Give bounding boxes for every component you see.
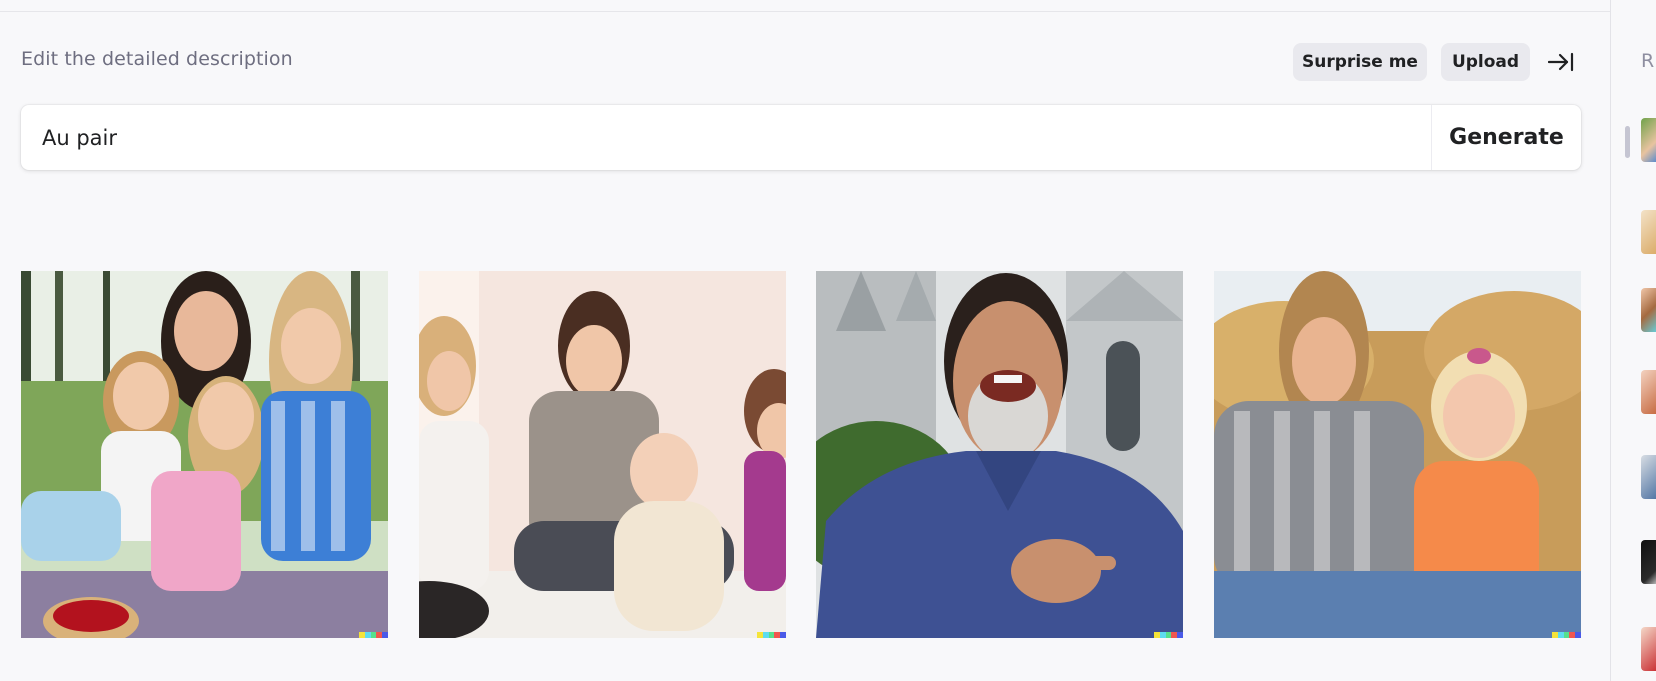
result-image-2[interactable] [419, 271, 786, 638]
history-thumbnail[interactable] [1641, 370, 1656, 414]
history-sidebar: R [1610, 0, 1656, 681]
history-thumbnail[interactable] [1641, 118, 1656, 162]
image-signature [1552, 632, 1581, 638]
main-panel: Edit the detailed description Surprise m… [0, 0, 1610, 681]
image-signature [757, 632, 786, 638]
top-divider [0, 11, 1610, 12]
sidebar-scrollbar[interactable] [1625, 126, 1630, 158]
history-thumbnail[interactable] [1641, 627, 1656, 671]
result-image-4[interactable] [1214, 271, 1581, 638]
upload-button[interactable]: Upload [1441, 43, 1530, 81]
collapse-sidebar-button[interactable] [1544, 47, 1578, 77]
history-thumbnail[interactable] [1641, 288, 1656, 332]
sidebar-heading: R [1641, 50, 1655, 72]
image-signature [359, 632, 388, 638]
history-thumbnail[interactable] [1641, 455, 1656, 499]
image-signature [1154, 632, 1183, 638]
generate-button[interactable]: Generate [1432, 105, 1581, 170]
result-image-1[interactable] [21, 271, 388, 638]
prompt-input[interactable] [21, 105, 1431, 170]
surprise-me-button[interactable]: Surprise me [1293, 43, 1427, 81]
history-thumbnail[interactable] [1641, 210, 1656, 254]
result-image-3[interactable] [816, 271, 1183, 638]
history-thumbnail[interactable] [1641, 540, 1656, 584]
arrow-right-to-bar-icon [1548, 52, 1574, 72]
prompt-bar: Generate [21, 105, 1581, 170]
page-heading: Edit the detailed description [21, 48, 293, 70]
